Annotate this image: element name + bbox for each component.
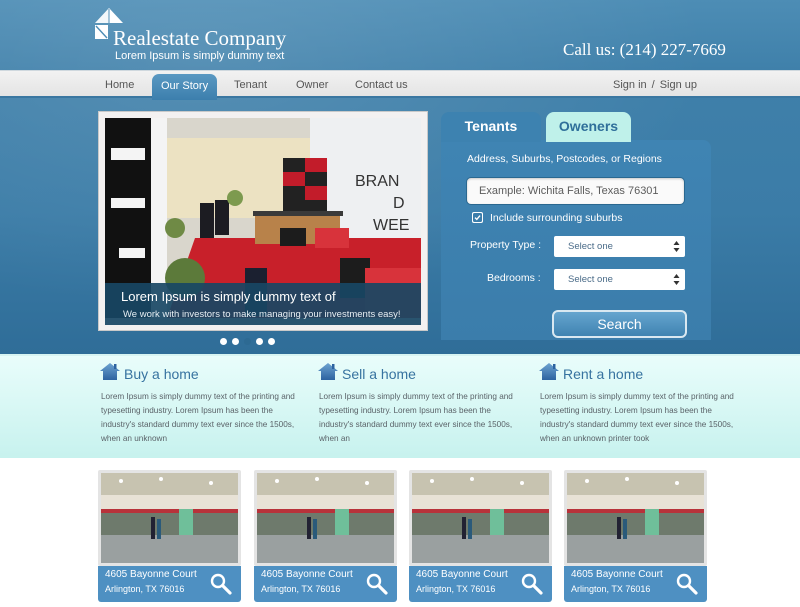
bedrooms-select[interactable]: Select one — [554, 269, 685, 290]
slider-dot-1[interactable] — [220, 338, 227, 345]
house-icon — [539, 363, 559, 380]
feature-title-buy[interactable]: Buy a home — [124, 366, 199, 382]
listing-card[interactable]: 4605 Bayonne Court Arlington, TX 76016 — [254, 470, 397, 602]
slide-caption: Lorem Ipsum is simply dummy text of We w… — [105, 283, 421, 325]
magnifier-icon[interactable] — [675, 572, 699, 596]
property-type-value: Select one — [568, 241, 613, 252]
bedrooms-value: Select one — [568, 274, 613, 285]
tab-owners[interactable]: Oweners — [546, 112, 631, 142]
listing-photo[interactable] — [98, 470, 241, 566]
checkmark-icon — [473, 213, 482, 222]
listing-address: 4605 Bayonne Court — [105, 569, 197, 580]
listing-photo[interactable] — [564, 470, 707, 566]
magnifier-icon[interactable] — [520, 572, 544, 596]
mall-photo — [412, 473, 549, 563]
listing-address: 4605 Bayonne Court — [261, 569, 353, 580]
house-icon — [318, 363, 338, 380]
search-button[interactable]: Search — [552, 310, 687, 338]
tab-tenants[interactable]: Tenants — [441, 112, 541, 142]
svg-text:WEE: WEE — [373, 217, 409, 234]
listing-card[interactable]: 4605 Bayonne Court Arlington, TX 76016 — [409, 470, 552, 602]
svg-text:D: D — [393, 195, 405, 212]
image-slider: BRAN D WEE Lorem Ipsum is simply dummy t… — [98, 111, 428, 331]
listing-info: 4605 Bayonne Court Arlington, TX 76016 — [564, 566, 707, 602]
sign-in-link[interactable]: Sign in — [613, 79, 647, 91]
feature-title-sell[interactable]: Sell a home — [342, 366, 416, 382]
nav-item-contact-us[interactable]: Contact us — [355, 71, 408, 99]
auth-separator: / — [651, 79, 655, 91]
feature-text-buy: Lorem Ipsum is simply dummy text of the … — [101, 392, 295, 443]
magnifier-icon[interactable] — [365, 572, 389, 596]
listing-city: Arlington, TX 76016 — [261, 584, 341, 594]
nav-item-tenant[interactable]: Tenant — [234, 71, 267, 99]
auth-links: Sign in / Sign up — [613, 71, 697, 99]
slider-dot-3[interactable] — [244, 338, 251, 345]
listing-card[interactable]: 4605 Bayonne Court Arlington, TX 76016 — [564, 470, 707, 602]
listing-address: 4605 Bayonne Court — [416, 569, 508, 580]
svg-text:BRAN: BRAN — [355, 173, 399, 190]
slider-pagination — [220, 338, 275, 346]
mall-photo — [257, 473, 394, 563]
location-label: Address, Suburbs, Postcodes, or Regions — [467, 153, 662, 165]
mall-photo — [101, 473, 238, 563]
main-nav: Home Our Story Tenant Owner Contact us S… — [0, 70, 800, 100]
magnifier-icon[interactable] — [209, 572, 233, 596]
nav-item-owner[interactable]: Owner — [296, 71, 328, 99]
listing-info: 4605 Bayonne Court Arlington, TX 76016 — [409, 566, 552, 602]
company-tagline: Lorem Ipsum is simply dummy text — [115, 50, 285, 62]
feature-text-rent: Lorem Ipsum is simply dummy text of the … — [540, 392, 734, 443]
bedrooms-label: Bedrooms : — [487, 272, 541, 284]
slide-caption-subtitle: We work with investors to make managing … — [123, 309, 401, 320]
slider-dot-2[interactable] — [232, 338, 239, 345]
company-name: Realestate Company — [113, 26, 287, 50]
house-icon — [100, 363, 120, 380]
slide-caption-title: Lorem Ipsum is simply dummy text of — [121, 289, 336, 304]
listing-photo[interactable] — [254, 470, 397, 566]
nav-item-home[interactable]: Home — [105, 71, 134, 99]
include-suburbs-checkbox[interactable] — [472, 212, 483, 223]
property-type-label: Property Type : — [470, 239, 542, 251]
listing-city: Arlington, TX 76016 — [416, 584, 496, 594]
phone-number: Call us: (214) 227-7669 — [563, 40, 726, 59]
mall-photo — [567, 473, 704, 563]
sign-up-link[interactable]: Sign up — [660, 79, 697, 91]
listing-info: 4605 Bayonne Court Arlington, TX 76016 — [98, 566, 241, 602]
feature-title-rent[interactable]: Rent a home — [563, 366, 643, 382]
location-input[interactable] — [466, 177, 685, 205]
listing-photo[interactable] — [409, 470, 552, 566]
nav-item-our-story[interactable]: Our Story — [152, 74, 218, 100]
listing-city: Arlington, TX 76016 — [571, 584, 651, 594]
listing-info: 4605 Bayonne Court Arlington, TX 76016 — [254, 566, 397, 602]
select-arrows-icon — [673, 274, 680, 285]
listing-card[interactable]: 4605 Bayonne Court Arlington, TX 76016 — [98, 470, 241, 602]
listing-address: 4605 Bayonne Court — [571, 569, 663, 580]
listing-city: Arlington, TX 76016 — [105, 584, 185, 594]
logo[interactable]: Realestate Company Lorem Ipsum is simply… — [93, 7, 293, 62]
property-type-select[interactable]: Select one — [554, 236, 685, 257]
select-arrows-icon — [673, 241, 680, 252]
slider-dot-4[interactable] — [256, 338, 263, 345]
feature-text-sell: Lorem Ipsum is simply dummy text of the … — [319, 392, 513, 443]
slider-dot-5[interactable] — [268, 338, 275, 345]
include-suburbs-label: Include surrounding suburbs — [490, 212, 623, 224]
